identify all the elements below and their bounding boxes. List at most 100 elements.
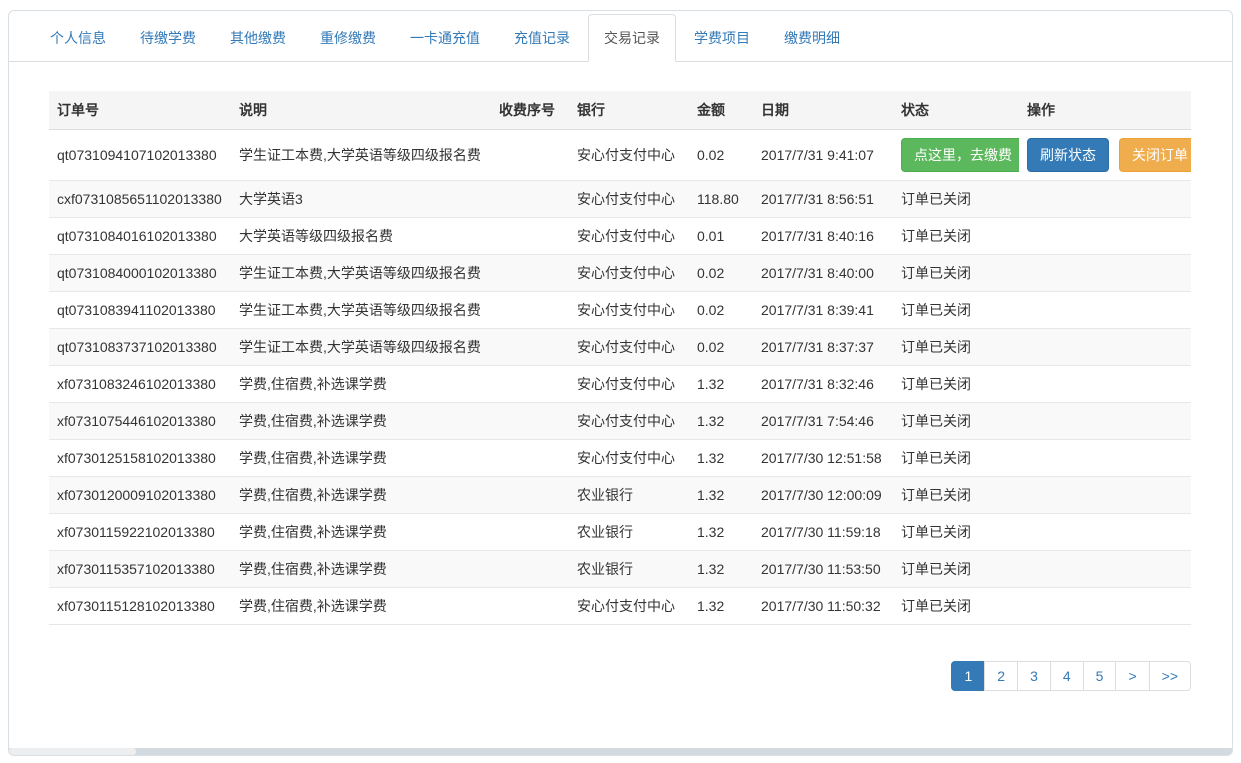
cell-bank: 安心付支付中心	[569, 218, 689, 255]
cell-order-no: qt0731083737102013380	[49, 329, 231, 366]
page-5[interactable]: 5	[1083, 661, 1117, 691]
tab-tuition-due[interactable]: 待缴学费	[124, 14, 212, 62]
cell-bank: 安心付支付中心	[569, 403, 689, 440]
cell-date: 2017/7/31 8:39:41	[753, 292, 893, 329]
cell-status: 订单已关闭	[893, 551, 1019, 588]
cell-order-no: xf0730115922102013380	[49, 514, 231, 551]
col-header-charge-seq: 收费序号	[491, 91, 569, 130]
cell-bank: 安心付支付中心	[569, 130, 689, 181]
col-header-status: 状态	[893, 91, 1019, 130]
cell-amount: 1.32	[689, 588, 753, 625]
cell-date: 2017/7/31 8:37:37	[753, 329, 893, 366]
page-next[interactable]: >	[1115, 661, 1149, 691]
tab-transaction-records[interactable]: 交易记录	[588, 14, 676, 62]
cell-description: 学费,住宿费,补选课学费	[231, 403, 491, 440]
cell-status: 订单已关闭	[893, 588, 1019, 625]
cell-operations	[1019, 292, 1191, 329]
col-header-description: 说明	[231, 91, 491, 130]
cell-amount: 1.32	[689, 403, 753, 440]
cell-amount: 0.02	[689, 255, 753, 292]
page-3[interactable]: 3	[1017, 661, 1051, 691]
cell-description: 学费,住宿费,补选课学费	[231, 366, 491, 403]
tab-retake-fees[interactable]: 重修缴费	[304, 14, 392, 62]
transactions-table: 订单号说明收费序号银行金额日期状态操作 qt073109410710201338…	[49, 91, 1191, 625]
cell-order-no: xf0730120009102013380	[49, 477, 231, 514]
cell-amount: 0.02	[689, 130, 753, 181]
cell-order-no: xf0731083246102013380	[49, 366, 231, 403]
cell-status: 订单已关闭	[893, 366, 1019, 403]
horizontal-scrollbar[interactable]	[9, 748, 1233, 755]
cell-operations	[1019, 440, 1191, 477]
cell-charge-seq	[491, 440, 569, 477]
scrollbar-thumb[interactable]	[9, 748, 136, 755]
cell-description: 学生证工本费,大学英语等级四级报名费	[231, 292, 491, 329]
tab-card-recharge[interactable]: 一卡通充值	[394, 14, 496, 62]
cell-order-no: xf0730115128102013380	[49, 588, 231, 625]
cell-order-no: qt0731084016102013380	[49, 218, 231, 255]
cell-description: 学费,住宿费,补选课学费	[231, 551, 491, 588]
cell-charge-seq	[491, 218, 569, 255]
col-header-date: 日期	[753, 91, 893, 130]
cell-bank: 农业银行	[569, 514, 689, 551]
cell-date: 2017/7/30 11:53:50	[753, 551, 893, 588]
table-row: xf0730120009102013380学费,住宿费,补选课学费农业银行1.3…	[49, 477, 1191, 514]
page-4[interactable]: 4	[1050, 661, 1084, 691]
cell-description: 大学英语3	[231, 181, 491, 218]
table-row: xf0730115922102013380学费,住宿费,补选课学费 农业银行1.3…	[49, 514, 1191, 551]
tab-recharge-records[interactable]: 充值记录	[498, 14, 586, 62]
page-last[interactable]: >>	[1149, 661, 1191, 691]
cell-order-no: cxf0731085651102013380	[49, 181, 231, 218]
cell-status: 订单已关闭	[893, 218, 1019, 255]
cell-operations	[1019, 255, 1191, 292]
cell-description: 学生证工本费,大学英语等级四级报名费	[231, 130, 491, 181]
cell-description: 学生证工本费,大学英语等级四级报名费	[231, 255, 491, 292]
cell-date: 2017/7/30 12:51:58	[753, 440, 893, 477]
cell-operations	[1019, 218, 1191, 255]
tab-payment-details[interactable]: 缴费明细	[768, 14, 856, 62]
refresh-status-button[interactable]: 刷新状态	[1027, 138, 1109, 172]
cell-description: 学生证工本费,大学英语等级四级报名费	[231, 329, 491, 366]
cell-bank: 安心付支付中心	[569, 181, 689, 218]
tab-tuition-items[interactable]: 学费项目	[678, 14, 766, 62]
cell-charge-seq	[491, 292, 569, 329]
table-row: qt0731084000102013380学生证工本费,大学英语等级四级报名费安…	[49, 255, 1191, 292]
table-row: xf0731083246102013380学费,住宿费,补选课学费安心付支付中心…	[49, 366, 1191, 403]
cell-date: 2017/7/31 7:54:46	[753, 403, 893, 440]
transaction-records-content: 订单号说明收费序号银行金额日期状态操作 qt073109410710201338…	[9, 62, 1232, 691]
cell-bank: 农业银行	[569, 477, 689, 514]
cell-date: 2017/7/30 11:50:32	[753, 588, 893, 625]
cell-amount: 0.01	[689, 218, 753, 255]
page-2[interactable]: 2	[984, 661, 1018, 691]
cell-operations	[1019, 366, 1191, 403]
cell-charge-seq	[491, 514, 569, 551]
cell-date: 2017/7/31 8:40:00	[753, 255, 893, 292]
page-1[interactable]: 1	[951, 661, 985, 691]
tab-personal-info[interactable]: 个人信息	[34, 14, 122, 62]
table-row: xf0730115128102013380学费,住宿费,补选课学费安心付支付中心…	[49, 588, 1191, 625]
cell-description: 学费,住宿费,补选课学费	[231, 514, 491, 551]
cell-date: 2017/7/30 12:00:09	[753, 477, 893, 514]
cell-bank: 安心付支付中心	[569, 329, 689, 366]
cell-date: 2017/7/31 8:32:46	[753, 366, 893, 403]
cell-operations	[1019, 181, 1191, 218]
cell-status: 点这里，去缴费	[893, 130, 1019, 181]
tab-other-fees[interactable]: 其他缴费	[214, 14, 302, 62]
cell-amount: 1.32	[689, 514, 753, 551]
cell-amount: 1.32	[689, 477, 753, 514]
cell-bank: 安心付支付中心	[569, 255, 689, 292]
payment-portal-panel: 个人信息待缴学费其他缴费重修缴费一卡通充值充值记录交易记录学费项目缴费明细 订单…	[8, 10, 1233, 756]
pay-button[interactable]: 点这里，去缴费	[901, 138, 1019, 172]
col-header-bank: 银行	[569, 91, 689, 130]
cell-operations	[1019, 329, 1191, 366]
cell-date: 2017/7/31 8:56:51	[753, 181, 893, 218]
cell-amount: 0.02	[689, 329, 753, 366]
cell-bank: 安心付支付中心	[569, 292, 689, 329]
cell-charge-seq	[491, 130, 569, 181]
close-order-button[interactable]: 关闭订单	[1119, 138, 1191, 172]
cell-order-no: xf0730125158102013380	[49, 440, 231, 477]
cell-charge-seq	[491, 181, 569, 218]
cell-charge-seq	[491, 255, 569, 292]
table-row: qt0731084016102013380大学英语等级四级报名费安心付支付中心0…	[49, 218, 1191, 255]
cell-amount: 1.32	[689, 551, 753, 588]
cell-charge-seq	[491, 329, 569, 366]
